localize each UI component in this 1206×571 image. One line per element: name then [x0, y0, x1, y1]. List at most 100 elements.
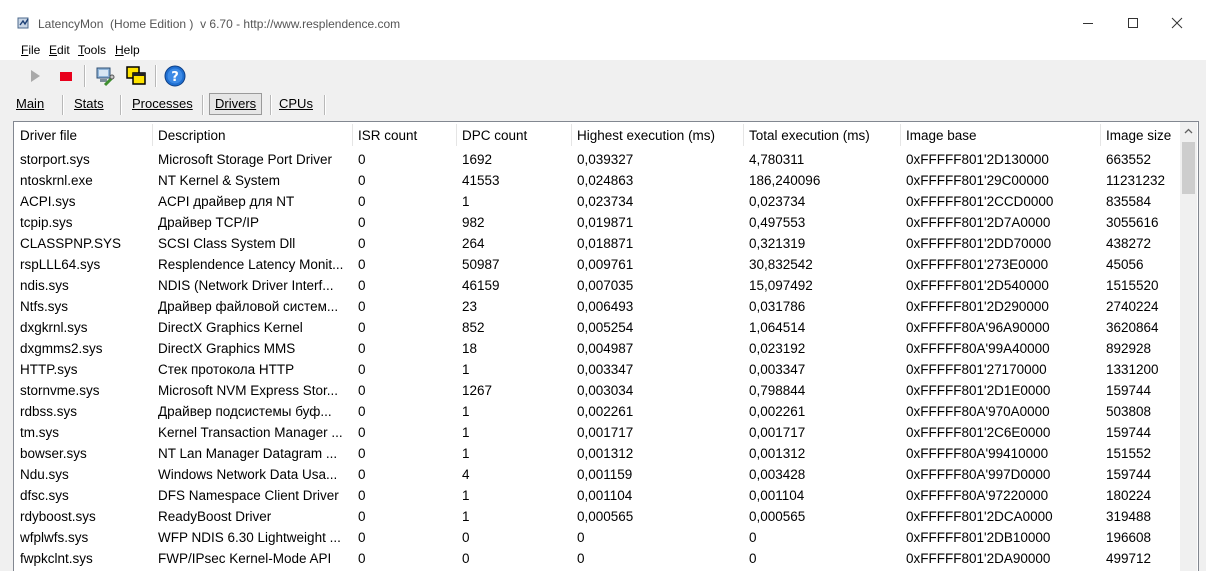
column-header-image-size[interactable]: Image size: [1106, 128, 1171, 143]
tab-drivers[interactable]: Drivers: [209, 93, 263, 115]
cell-total-execution: 0,321319: [749, 236, 806, 251]
cell-highest-execution: 0,009761: [577, 257, 634, 272]
cell-highest-execution: 0,001159: [577, 467, 633, 482]
menu-tools[interactable]: Tools: [78, 43, 106, 57]
cell-description: SCSI Class System Dll: [158, 236, 296, 251]
cell-isr-count: 0: [358, 173, 366, 188]
cell-driver-file: wfplwfs.sys: [20, 530, 89, 545]
tab-cpus[interactable]: CPUs: [279, 94, 313, 114]
cell-driver-file: storport.sys: [20, 152, 90, 167]
scrollbar-thumb[interactable]: [1182, 142, 1195, 194]
cell-isr-count: 0: [358, 425, 366, 440]
stop-button[interactable]: [54, 64, 78, 88]
cell-description: NT Kernel & System: [158, 173, 281, 188]
cell-isr-count: 0: [358, 278, 366, 293]
cell-image-base: 0xFFFFF801'2DD70000: [906, 236, 1052, 251]
cell-image-base: 0xFFFFF80A'970A0000: [906, 404, 1050, 419]
cell-total-execution: 0,798844: [749, 383, 806, 398]
close-button[interactable]: [1155, 8, 1199, 38]
table-row[interactable]: ndis.sys NDIS (Network Driver Interf... 0 4…: [14, 275, 1180, 296]
column-header-description[interactable]: Description: [158, 128, 226, 143]
table-row[interactable]: storport.sys Microsoft Storage Port Drive…: [14, 149, 1180, 170]
column-header-total-execution[interactable]: Total execution (ms): [749, 128, 870, 143]
scroll-up-button[interactable]: [1180, 122, 1197, 139]
column-header-dpc-count[interactable]: DPC count: [462, 128, 527, 143]
menu-help[interactable]: Help: [115, 43, 140, 57]
cell-dpc-count: 0: [462, 530, 470, 545]
table-row[interactable]: rdbss.sys Драйвер подсистемы буф... 0 1 0,00…: [14, 401, 1180, 422]
cell-isr-count: 0: [358, 383, 366, 398]
cell-image-size: 151552: [1106, 446, 1152, 461]
table-row[interactable]: dxgmms2.sys DirectX Graphics MMS 0 18 0,0049…: [14, 338, 1180, 359]
table-row[interactable]: fwpkclnt.sys FWP/IPsec Kernel-Mode API 0 0 0…: [14, 548, 1180, 569]
menu-edit[interactable]: Edit: [49, 43, 70, 57]
table-row[interactable]: Ntfs.sys Драйвер файловой систем... 0 23 0,0…: [14, 296, 1180, 317]
table-row[interactable]: wfplwfs.sys WFP NDIS 6.30 Lightweight ...…: [14, 527, 1180, 548]
column-divider[interactable]: [900, 124, 901, 146]
cell-description: ACPI драйвер для NT: [158, 194, 295, 209]
column-header-isr-count[interactable]: ISR count: [358, 128, 417, 143]
cell-dpc-count: 1: [462, 404, 470, 419]
cell-driver-file: rdbss.sys: [20, 404, 78, 419]
cell-dpc-count: 1: [462, 509, 470, 524]
window-title: LatencyMon (Home Edition ) v 6.70 - http…: [38, 17, 401, 31]
cell-highest-execution: 0,018871: [577, 236, 634, 251]
column-divider[interactable]: [1100, 124, 1101, 146]
table-row[interactable]: dxgkrnl.sys DirectX Graphics Kernel 0 852 0,…: [14, 317, 1180, 338]
table-row[interactable]: rdyboost.sys ReadyBoost Driver 0 1 0,000565 0…: [14, 506, 1180, 527]
cell-dpc-count: 41553: [462, 173, 500, 188]
cell-isr-count: 0: [358, 215, 366, 230]
windows-tool-button[interactable]: [124, 64, 148, 88]
cell-highest-execution: 0: [577, 551, 585, 566]
table-row[interactable]: tm.sys Kernel Transaction Manager ... 0 1 0,…: [14, 422, 1180, 443]
computer-wrench-icon: [96, 67, 115, 87]
cell-image-base: 0xFFFFF801'273E0000: [906, 257, 1049, 272]
column-divider[interactable]: [571, 124, 572, 146]
column-header-image-base[interactable]: Image base: [906, 128, 977, 143]
cell-total-execution: 186,240096: [749, 173, 821, 188]
cell-isr-count: 0: [358, 152, 366, 167]
svg-text:?: ?: [171, 70, 179, 85]
cell-isr-count: 0: [358, 404, 366, 419]
cell-total-execution: 0,497553: [749, 215, 806, 230]
cell-image-base: 0xFFFFF80A'96A90000: [906, 320, 1050, 335]
table-row[interactable]: dfsc.sys DFS Namespace Client Driver 0 1 0,0…: [14, 485, 1180, 506]
vertical-scrollbar[interactable]: [1180, 122, 1197, 571]
minimize-button[interactable]: [1066, 8, 1110, 38]
column-divider[interactable]: [743, 124, 744, 146]
cell-driver-file: bowser.sys: [20, 446, 87, 461]
cell-image-size: 196608: [1106, 530, 1152, 545]
computer-tool-button[interactable]: [92, 64, 116, 88]
cell-dpc-count: 1: [462, 194, 470, 209]
cell-dpc-count: 50987: [462, 257, 500, 272]
table-row[interactable]: stornvme.sys Microsoft NVM Express Stor..…: [14, 380, 1180, 401]
tab-main[interactable]: Main: [16, 94, 44, 114]
help-button[interactable]: ?: [163, 64, 187, 88]
cell-driver-file: tcpip.sys: [20, 215, 73, 230]
cell-total-execution: 15,097492: [749, 278, 813, 293]
column-divider[interactable]: [352, 124, 353, 146]
column-header-driver-file[interactable]: Driver file: [20, 128, 77, 143]
column-divider[interactable]: [152, 124, 153, 146]
table-row[interactable]: HTTP.sys Стек протокола HTTP 0 1 0,003347 0,0…: [14, 359, 1180, 380]
column-divider[interactable]: [456, 124, 457, 146]
cell-dpc-count: 1: [462, 488, 470, 503]
menu-file[interactable]: File: [21, 43, 40, 57]
start-button[interactable]: [23, 64, 47, 88]
cell-description: DirectX Graphics Kernel: [158, 320, 303, 335]
tab-processes[interactable]: Processes: [132, 94, 193, 114]
table-row[interactable]: ACPI.sys ACPI драйвер для NT 0 1 0,023734 0,0…: [14, 191, 1180, 212]
cell-isr-count: 0: [358, 194, 366, 209]
table-row[interactable]: CLASSPNP.SYS SCSI Class System Dll 0 264 0,0…: [14, 233, 1180, 254]
cell-isr-count: 0: [358, 362, 366, 377]
table-row[interactable]: ntoskrnl.exe NT Kernel & System 0 41553 0,02…: [14, 170, 1180, 191]
table-row[interactable]: tcpip.sys Драйвер TCP/IP 0 982 0,019871 0,497…: [14, 212, 1180, 233]
tab-stats[interactable]: Stats: [74, 94, 104, 114]
cell-image-base: 0xFFFFF801'27170000: [906, 362, 1047, 377]
table-row[interactable]: Ndu.sys Windows Network Data Usa... 0 4 0,00…: [14, 464, 1180, 485]
table-row[interactable]: bowser.sys NT Lan Manager Datagram ... 0 1 0…: [14, 443, 1180, 464]
cell-image-base: 0xFFFFF801'2D290000: [906, 299, 1049, 314]
column-header-highest-execution[interactable]: Highest execution (ms): [577, 128, 715, 143]
maximize-button[interactable]: [1111, 8, 1155, 38]
table-row[interactable]: rspLLL64.sys Resplendence Latency Monit..…: [14, 254, 1180, 275]
